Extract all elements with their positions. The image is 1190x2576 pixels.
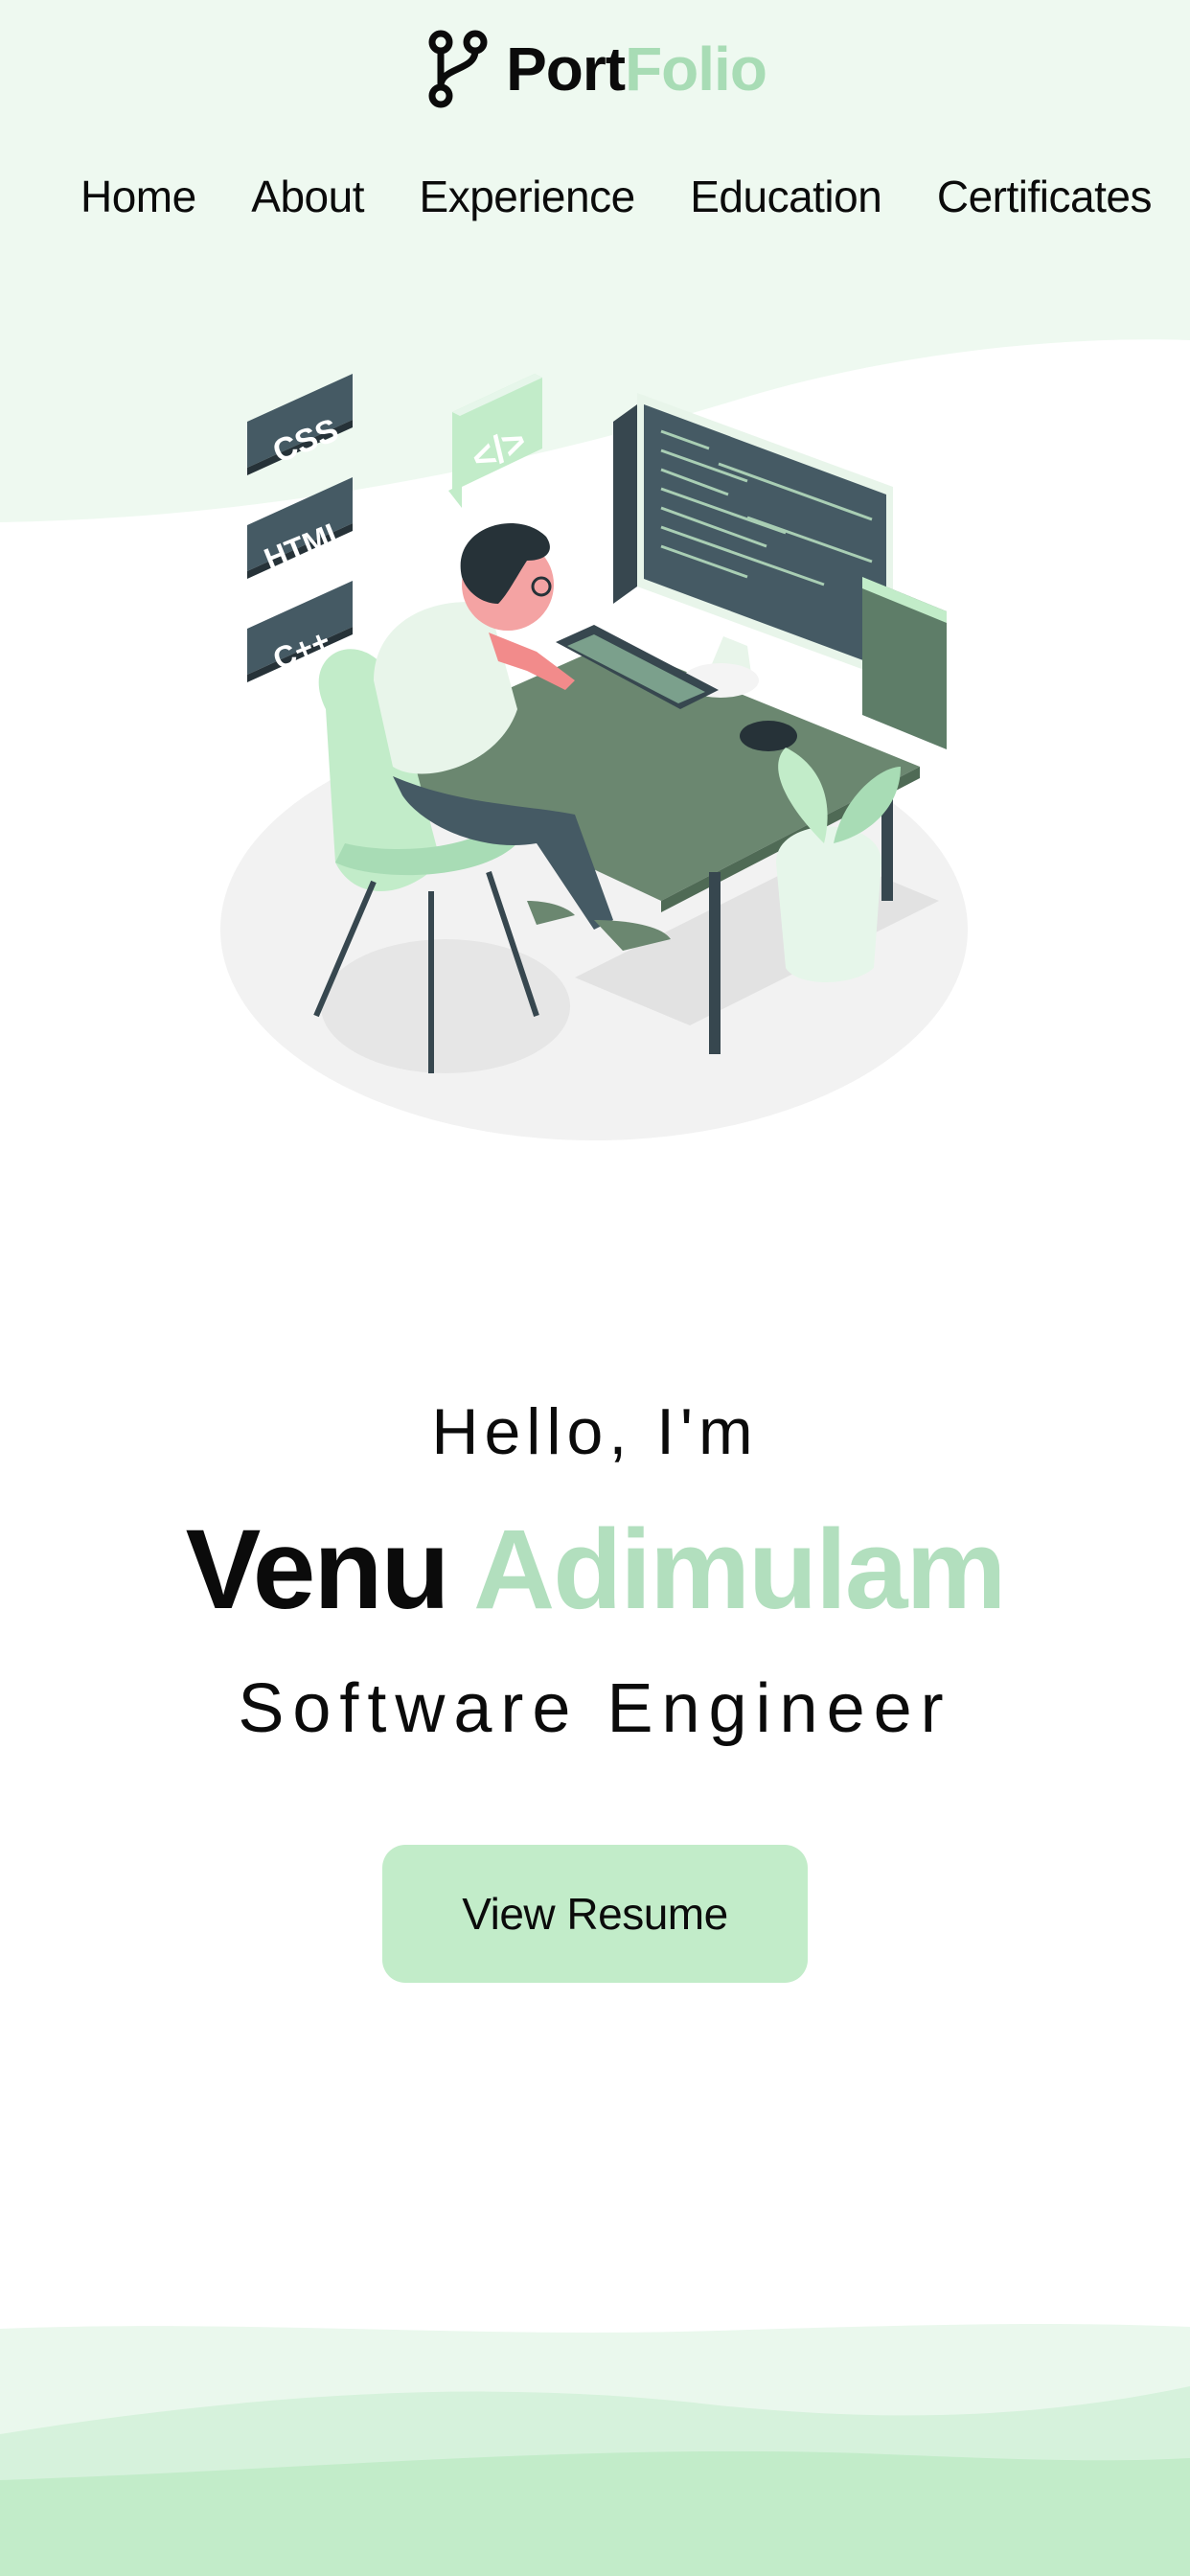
- hero-title: Software Engineer: [238, 1670, 952, 1747]
- site-logo[interactable]: PortFolio: [0, 29, 1190, 109]
- git-branch-icon: [428, 30, 488, 108]
- hero-greeting: Hello, I'm: [431, 1395, 759, 1468]
- nav-link-home[interactable]: Home: [80, 171, 196, 222]
- view-resume-button[interactable]: View Resume: [382, 1845, 808, 1983]
- hero-name: Venu Adimulam: [0, 1505, 1190, 1635]
- html-badge: HTML: [247, 477, 353, 579]
- logo-text-folio: Folio: [625, 34, 767, 104]
- nav-link-about[interactable]: About: [251, 171, 364, 222]
- logo-text-port: Port: [506, 34, 626, 104]
- hero-last-name: Adimulam: [472, 1506, 1006, 1633]
- nav-link-education[interactable]: Education: [690, 171, 882, 222]
- nav-link-certificates[interactable]: Certificates: [937, 171, 1153, 222]
- main-nav: Home About Experience Education Certific…: [80, 171, 1152, 222]
- nav-link-experience[interactable]: Experience: [420, 171, 636, 222]
- code-bubble: </>: [448, 374, 542, 508]
- hero-first-name: Venu: [185, 1506, 450, 1633]
- footer-waves: [0, 2324, 1190, 2576]
- css-badge: CSS: [247, 374, 353, 475]
- hero-illustration: CSS HTML C++ </>: [220, 374, 968, 1140]
- logo-text: PortFolio: [506, 34, 767, 104]
